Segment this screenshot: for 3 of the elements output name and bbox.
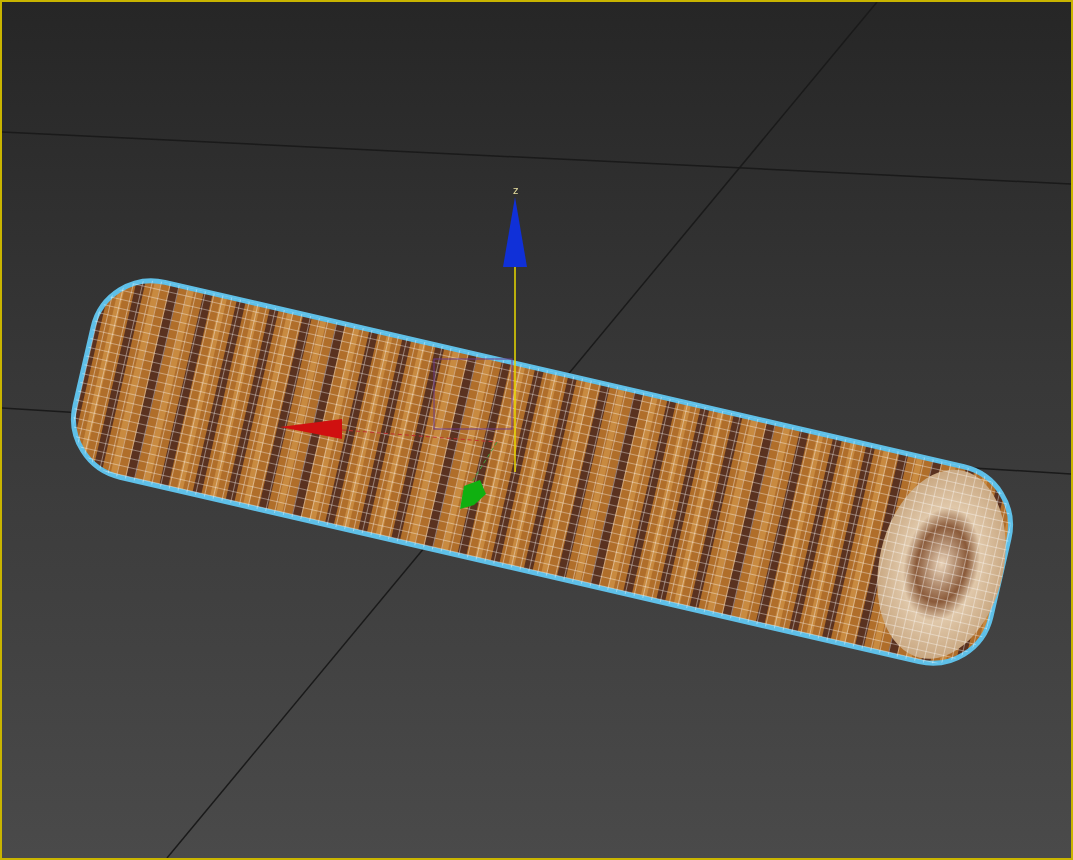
viewport[interactable]: z [0, 0, 1073, 860]
axis-label: z [513, 185, 519, 196]
move-gizmo-drawing[interactable] [280, 197, 527, 509]
